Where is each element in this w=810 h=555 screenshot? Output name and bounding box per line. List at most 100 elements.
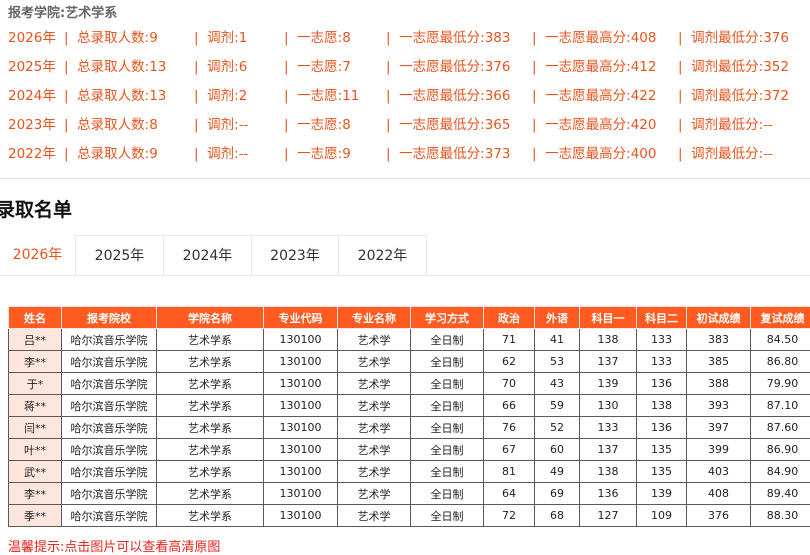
cell-politics: 81 (484, 461, 535, 483)
stat-total: | 总录取人数:8 (64, 111, 158, 140)
cell-retest-score: 89.40 (751, 483, 810, 505)
cell-school: 哈尔滨音乐学院 (62, 351, 157, 373)
cell-major-code: 130100 (264, 461, 338, 483)
header-college: 学院名称 (157, 307, 264, 329)
cell-major-name: 艺术学 (338, 373, 411, 395)
stat-first-min: | 一志愿最低分:376 (386, 53, 510, 82)
stat-year: 2023年 (8, 111, 56, 140)
cell-initial-score: 397 (687, 417, 751, 439)
cell-politics: 64 (484, 483, 535, 505)
header-major-code: 专业代码 (264, 307, 338, 329)
tab-2025[interactable]: 2025年 (75, 235, 164, 275)
cell-foreign-language: 60 (535, 439, 580, 461)
cell-foreign-language: 68 (535, 505, 580, 527)
cell-retest-score: 79.90 (751, 373, 810, 395)
cell-study-mode: 全日制 (411, 351, 484, 373)
cell-foreign-language: 49 (535, 461, 580, 483)
stat-adjust-min: | 调剂最低分:-- (678, 140, 773, 169)
cell-name: 闫** (9, 417, 62, 439)
admission-table-image[interactable]: 姓名 报考院校 学院名称 专业代码 专业名称 学习方式 政治 外语 科目一 科目… (8, 306, 810, 527)
cell-politics: 67 (484, 439, 535, 461)
cell-politics: 72 (484, 505, 535, 527)
stat-total: | 总录取人数:13 (64, 53, 166, 82)
cell-school: 哈尔滨音乐学院 (62, 483, 157, 505)
cell-school: 哈尔滨音乐学院 (62, 505, 157, 527)
cell-subject-one: 133 (580, 417, 637, 439)
cell-major-name: 艺术学 (338, 461, 411, 483)
cell-school: 哈尔滨音乐学院 (62, 373, 157, 395)
cell-initial-score: 408 (687, 483, 751, 505)
stat-first-max: | 一志愿最高分:422 (532, 82, 656, 111)
cell-name: 李** (9, 351, 62, 373)
cell-school: 哈尔滨音乐学院 (62, 395, 157, 417)
cell-initial-score: 393 (687, 395, 751, 417)
stat-total: | 总录取人数:9 (64, 24, 158, 53)
cell-major-code: 130100 (264, 505, 338, 527)
cell-study-mode: 全日制 (411, 439, 484, 461)
tab-2022[interactable]: 2022年 (338, 235, 427, 275)
stat-first-max: | 一志愿最高分:408 (532, 24, 656, 53)
stat-year: 2026年 (8, 24, 56, 53)
header-retest-score: 复试成绩 (751, 307, 810, 329)
cell-subject-two: 138 (637, 395, 687, 417)
header-subject-two: 科目二 (637, 307, 687, 329)
header-school: 报考院校 (62, 307, 157, 329)
cell-college: 艺术学系 (157, 483, 264, 505)
stat-adjust-min: | 调剂最低分:352 (678, 53, 789, 82)
stat-first: | 一志愿:8 (284, 24, 351, 53)
cell-school: 哈尔滨音乐学院 (62, 329, 157, 351)
section-title: 录取名单 (0, 195, 72, 222)
table-row: 李**哈尔滨音乐学院艺术学系130100艺术学全日制62531371333858… (9, 351, 810, 373)
cell-foreign-language: 43 (535, 373, 580, 395)
cell-college: 艺术学系 (157, 351, 264, 373)
tab-2023[interactable]: 2023年 (251, 235, 339, 275)
cell-initial-score: 399 (687, 439, 751, 461)
cell-major-name: 艺术学 (338, 329, 411, 351)
cell-major-name: 艺术学 (338, 483, 411, 505)
stat-first-max: | 一志愿最高分:412 (532, 53, 656, 82)
table-row: 于*哈尔滨音乐学院艺术学系130100艺术学全日制704313913638879… (9, 373, 810, 395)
cell-study-mode: 全日制 (411, 395, 484, 417)
tab-2026[interactable]: 2026年 (0, 235, 75, 275)
cell-subject-two: 139 (637, 483, 687, 505)
stat-first: | 一志愿:11 (284, 82, 359, 111)
cell-major-name: 艺术学 (338, 351, 411, 373)
cell-name: 吕** (9, 329, 62, 351)
cell-initial-score: 385 (687, 351, 751, 373)
stat-adjust: | 调剂:-- (194, 140, 248, 169)
cell-name: 叶** (9, 439, 62, 461)
cell-foreign-language: 59 (535, 395, 580, 417)
cell-major-code: 130100 (264, 439, 338, 461)
cell-name: 李** (9, 483, 62, 505)
cell-school: 哈尔滨音乐学院 (62, 461, 157, 483)
table-row: 李**哈尔滨音乐学院艺术学系130100艺术学全日制64691361394088… (9, 483, 810, 505)
cell-school: 哈尔滨音乐学院 (62, 439, 157, 461)
table-row: 蒋**哈尔滨音乐学院艺术学系130100艺术学全日制66591301383938… (9, 395, 810, 417)
stat-year: 2025年 (8, 53, 56, 82)
cell-foreign-language: 41 (535, 329, 580, 351)
cell-retest-score: 87.10 (751, 395, 810, 417)
cell-college: 艺术学系 (157, 439, 264, 461)
cell-name: 季** (9, 505, 62, 527)
cell-retest-score: 84.50 (751, 329, 810, 351)
cell-subject-one: 137 (580, 439, 637, 461)
table-row: 闫**哈尔滨音乐学院艺术学系130100艺术学全日制76521331363978… (9, 417, 810, 439)
cell-major-code: 130100 (264, 395, 338, 417)
cell-retest-score: 84.90 (751, 461, 810, 483)
stat-adjust: | 调剂:6 (194, 53, 247, 82)
cell-college: 艺术学系 (157, 395, 264, 417)
stat-total: | 总录取人数:13 (64, 82, 166, 111)
tab-2024[interactable]: 2024年 (163, 235, 252, 275)
stat-adjust-min: | 调剂最低分:-- (678, 111, 773, 140)
cell-subject-one: 139 (580, 373, 637, 395)
stat-row: 2022年 | 总录取人数:9 | 调剂:-- | 一志愿:9 | 一志愿最低分… (0, 140, 810, 169)
header-initial-score: 初试成绩 (687, 307, 751, 329)
divider (0, 178, 810, 179)
cell-politics: 62 (484, 351, 535, 373)
stat-year: 2022年 (8, 140, 56, 169)
cell-subject-two: 135 (637, 439, 687, 461)
cell-major-code: 130100 (264, 483, 338, 505)
cell-subject-two: 109 (637, 505, 687, 527)
stat-adjust-min: | 调剂最低分:372 (678, 82, 789, 111)
cell-study-mode: 全日制 (411, 329, 484, 351)
